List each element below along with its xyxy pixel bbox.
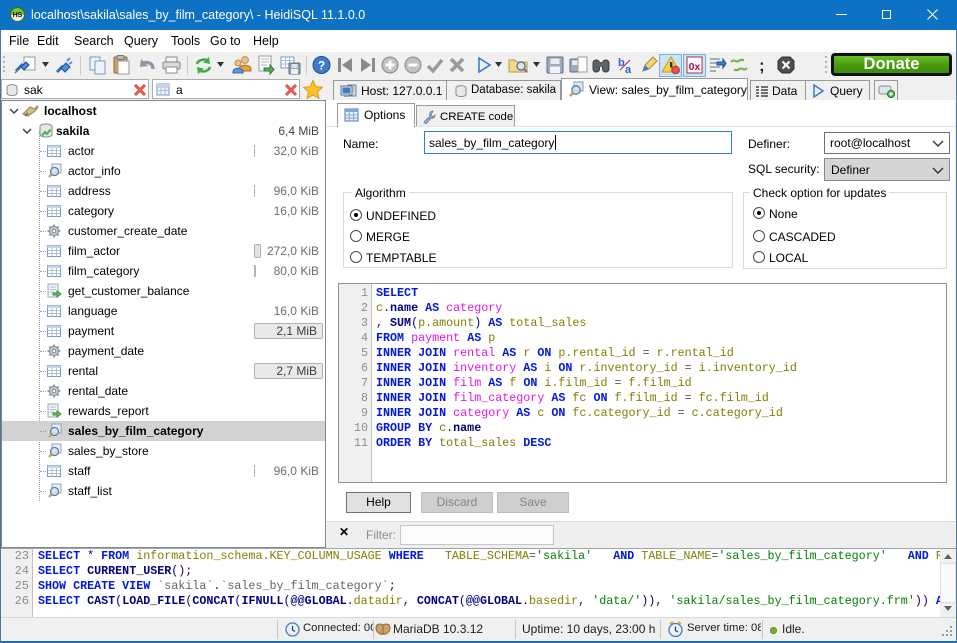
- svg-text:a: a: [625, 64, 632, 76]
- svg-text:0x: 0x: [689, 61, 701, 73]
- svg-text:?: ?: [318, 59, 325, 73]
- svg-text:b: b: [618, 57, 625, 69]
